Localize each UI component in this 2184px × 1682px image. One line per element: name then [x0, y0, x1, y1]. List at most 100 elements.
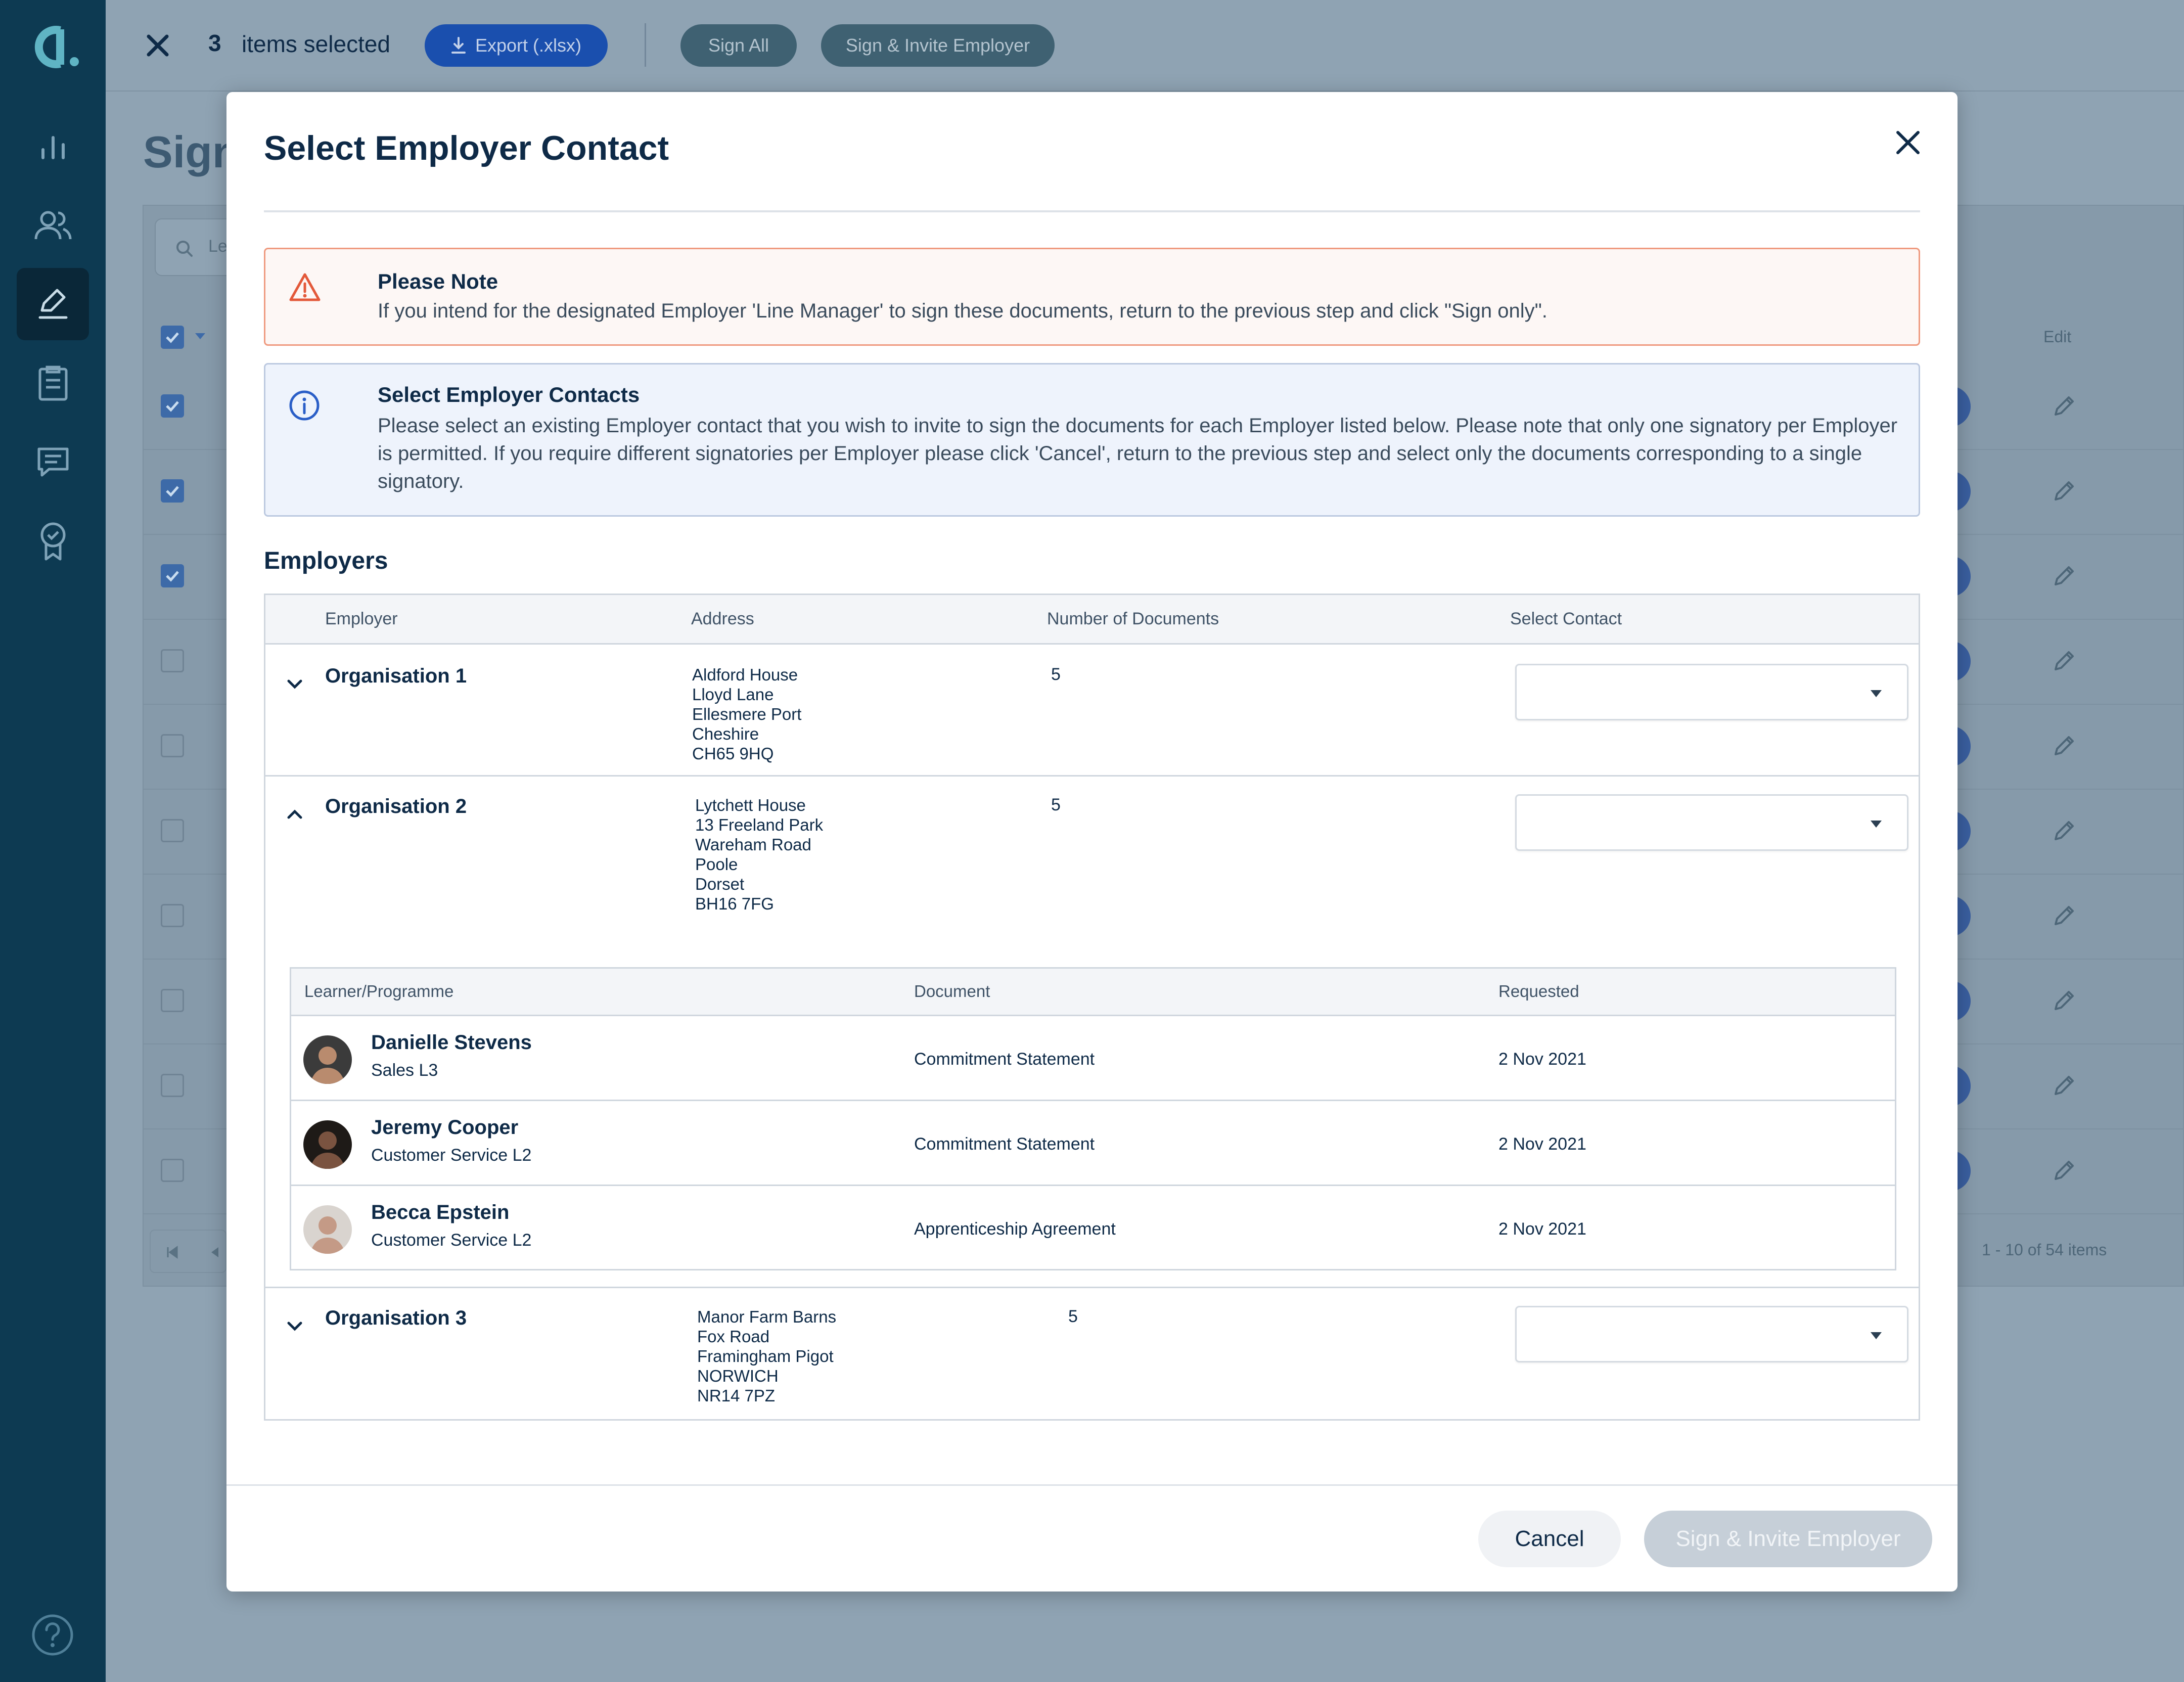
address-line: Manor Farm Barns [697, 1307, 837, 1326]
employer-row: Organisation 3 Manor Farm Barns Fox Road Fr… [265, 1287, 1919, 1419]
column-header-employer: Employer [325, 609, 398, 628]
row-checkbox[interactable] [161, 479, 184, 503]
clipboard-icon [38, 366, 67, 400]
bar-chart-icon [41, 135, 65, 159]
collapse-chevron-up-icon[interactable] [285, 804, 305, 825]
row-checkbox[interactable] [161, 904, 184, 927]
learner-documents-table: Learner/Programme Document Requested Daniel… [290, 967, 1896, 1270]
edit-pencil-icon[interactable] [2052, 733, 2077, 758]
employer-address: Aldford House Lloyd Lane Ellesmere Port Che… [692, 665, 801, 763]
edit-pencil-icon[interactable] [2052, 1158, 2077, 1183]
column-header-select-contact: Select Contact [1510, 609, 1622, 628]
row-checkbox[interactable] [161, 819, 184, 842]
row-checkbox[interactable] [161, 1074, 184, 1097]
learner-name: Becca Epstein [371, 1201, 510, 1223]
search-icon [174, 239, 195, 259]
app-logo[interactable] [24, 24, 82, 70]
pen-sign-icon [38, 289, 67, 319]
first-page-icon[interactable] [165, 1245, 180, 1260]
sidebar-item-messages[interactable] [17, 426, 89, 498]
warning-text: If you intend for the designated Employe… [378, 300, 1548, 322]
sign-invite-employer-button[interactable]: Sign & Invite Employer [1644, 1511, 1932, 1567]
learner-row: Becca Epstein Customer Service L2 Apprenti… [291, 1186, 1895, 1271]
select-contact-dropdown[interactable] [1515, 794, 1908, 851]
sign-all-button[interactable]: Sign All [680, 24, 797, 67]
address-line: Lytchett House [695, 796, 806, 814]
sidebar-item-documents[interactable] [17, 347, 89, 419]
employers-table: Employer Address Number of Documents Sel… [264, 594, 1920, 1421]
sidebar-item-reports[interactable] [17, 110, 89, 183]
edit-pencil-icon[interactable] [2052, 988, 2077, 1013]
select-contact-dropdown[interactable] [1515, 1306, 1908, 1362]
learner-row: Danielle Stevens Sales L3 Commitment State… [291, 1016, 1895, 1101]
export-button[interactable]: Export (.xlsx) [425, 24, 608, 67]
learner-programme: Sales L3 [371, 1061, 438, 1080]
edit-pencil-icon[interactable] [2052, 478, 2077, 504]
employer-row-divider [265, 1287, 1919, 1288]
sidebar-item-learners[interactable] [17, 189, 89, 261]
learner-avatar [303, 1035, 352, 1084]
requested-date: 2 Nov 2021 [1498, 1219, 1586, 1239]
previous-page-icon[interactable] [207, 1245, 222, 1260]
address-line: Dorset [695, 875, 745, 893]
select-all-chevron-down-icon[interactable] [194, 332, 206, 341]
sidebar [0, 0, 106, 1682]
employer-name: Organisation 3 [325, 1307, 467, 1329]
address-line: Lloyd Lane [692, 685, 774, 704]
dropdown-caret-icon [1871, 821, 1882, 828]
document-count: 5 [1051, 665, 1061, 684]
row-checkbox[interactable] [161, 649, 184, 672]
document-count: 5 [1051, 795, 1061, 814]
address-line: Framingham Pigot [697, 1347, 834, 1366]
dialog-close-icon[interactable] [1893, 127, 1923, 158]
select-all-checkbox[interactable] [161, 326, 184, 349]
edit-pencil-icon[interactable] [2052, 393, 2077, 419]
learner-table-header: Learner/Programme Document Requested [291, 969, 1895, 1016]
address-line: Ellesmere Port [692, 705, 802, 723]
expand-chevron-down-icon[interactable] [285, 674, 305, 694]
row-checkbox[interactable] [161, 734, 184, 757]
clear-selection-close-icon[interactable] [142, 29, 174, 62]
edit-pencil-icon[interactable] [2052, 818, 2077, 843]
column-header-learner-programme: Learner/Programme [304, 982, 454, 1001]
warning-title: Please Note [378, 269, 498, 293]
address-line: Cheshire [692, 724, 759, 743]
document-count: 5 [1068, 1307, 1078, 1326]
sign-invite-employer-button-toolbar[interactable]: Sign & Invite Employer [821, 24, 1055, 67]
cancel-button[interactable]: Cancel [1478, 1511, 1621, 1567]
toolbar-divider [645, 23, 646, 67]
expand-chevron-down-icon[interactable] [285, 1316, 305, 1336]
users-icon [34, 211, 71, 239]
pagination-summary: 1 - 10 of 54 items [1982, 1241, 2107, 1259]
dialog-header-divider [264, 210, 1920, 212]
dialog-footer-divider [226, 1484, 1958, 1486]
edit-pencil-icon[interactable] [2052, 648, 2077, 673]
employer-row: Organisation 1 Aldford House Lloyd Lane Ell… [265, 645, 1919, 775]
edit-pencil-icon[interactable] [2052, 903, 2077, 928]
row-checkbox[interactable] [161, 564, 184, 587]
row-checkbox[interactable] [161, 989, 184, 1012]
learner-programme: Customer Service L2 [371, 1231, 532, 1250]
info-circle-icon [289, 390, 320, 421]
learner-row: Jeremy Cooper Customer Service L2 Commitme… [291, 1101, 1895, 1186]
info-alert: Select Employer Contacts Please select a… [264, 363, 1920, 517]
address-line: BH16 7FG [695, 894, 774, 913]
row-checkbox[interactable] [161, 1159, 184, 1182]
edit-pencil-icon[interactable] [2052, 1073, 2077, 1098]
help-icon[interactable] [30, 1613, 75, 1657]
selected-count: 3 [208, 30, 221, 56]
address-line: Fox Road [697, 1327, 770, 1346]
pagination-controls[interactable] [150, 1230, 226, 1273]
document-name: Apprenticeship Agreement [914, 1219, 1116, 1239]
sidebar-item-achievements[interactable] [17, 505, 89, 577]
employer-row: Organisation 2 Lytchett House 13 Freeland … [265, 775, 1919, 1287]
dropdown-caret-icon [1871, 1332, 1882, 1339]
edit-pencil-icon[interactable] [2052, 563, 2077, 588]
search-placeholder: Le [208, 237, 228, 256]
address-line: CH65 9HQ [692, 744, 774, 763]
column-header-requested: Requested [1498, 982, 1579, 1001]
employer-name: Organisation 2 [325, 795, 467, 817]
select-contact-dropdown[interactable] [1515, 664, 1908, 720]
row-checkbox[interactable] [161, 394, 184, 418]
sidebar-item-signatures[interactable] [17, 268, 89, 340]
